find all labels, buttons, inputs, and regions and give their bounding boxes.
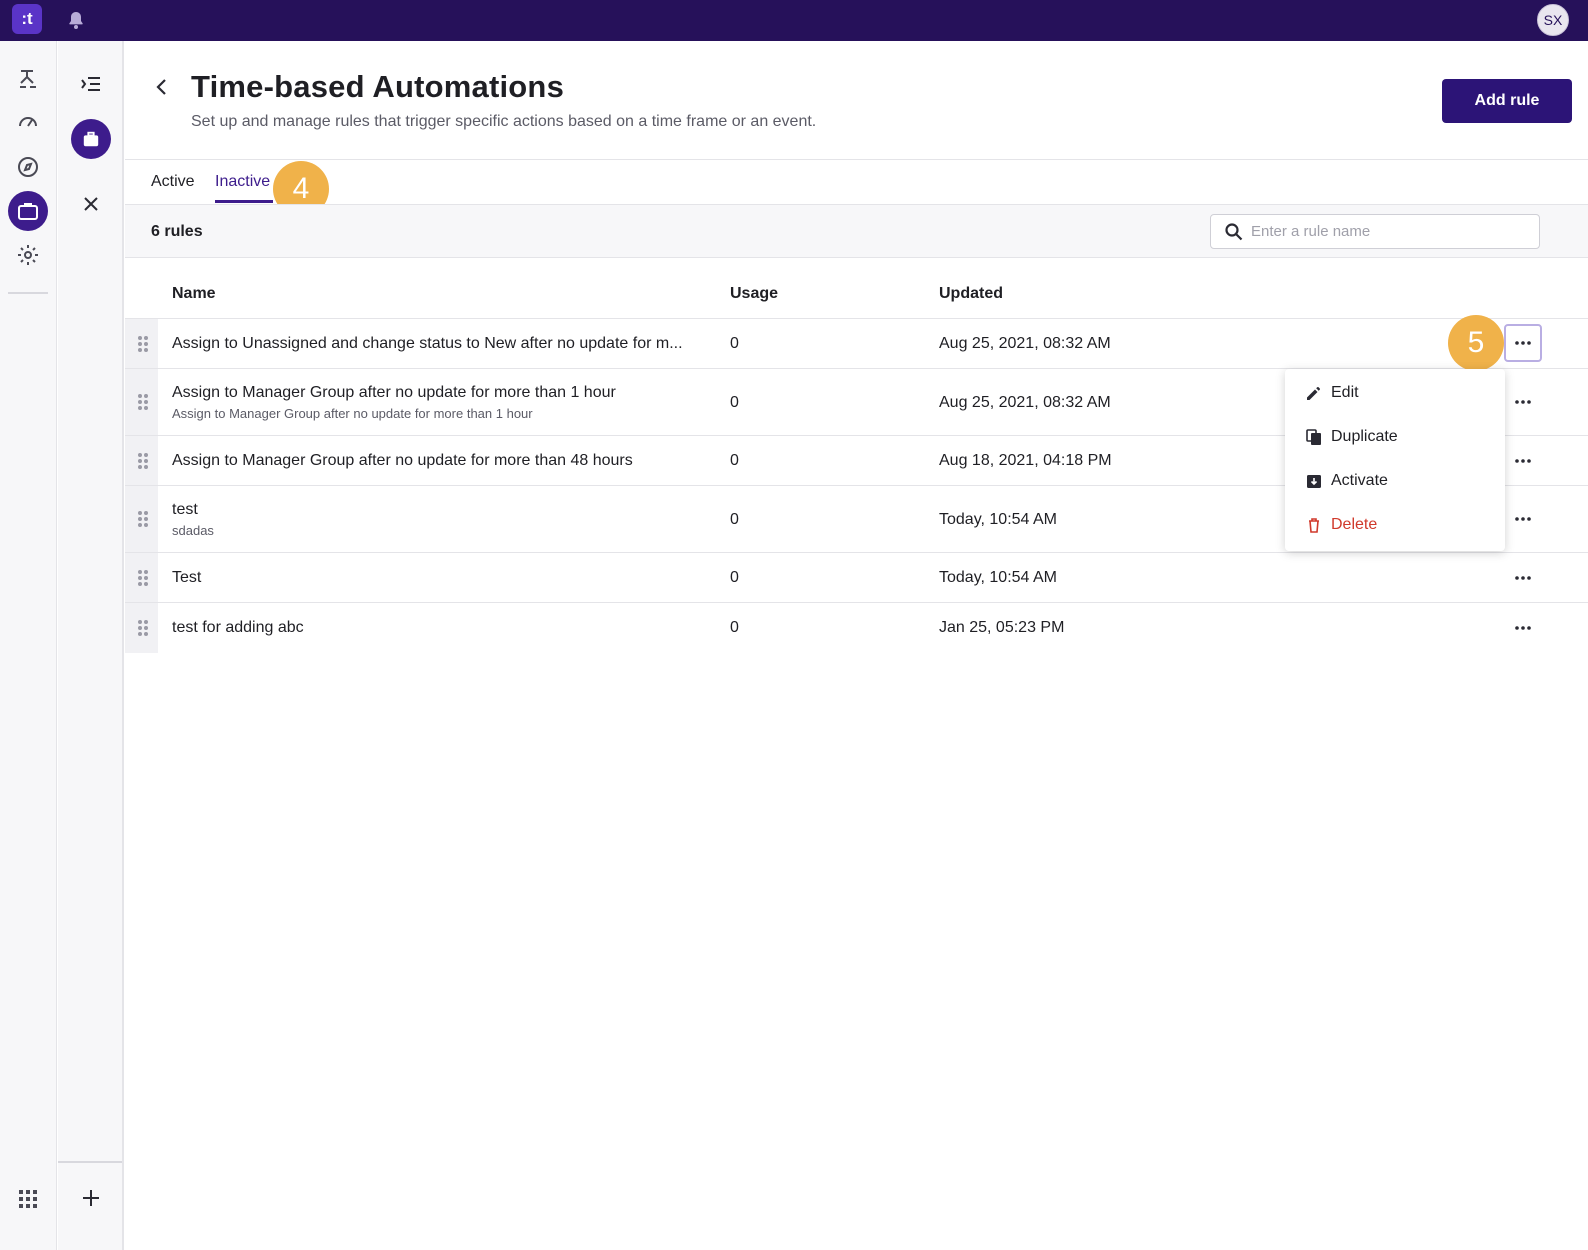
tab-selected-indicator: [215, 200, 273, 203]
row-actions-menu: Edit Duplicate Activate Delete: [1285, 369, 1505, 551]
rule-usage: 0: [730, 452, 739, 469]
explore-compass-icon[interactable]: [8, 147, 48, 187]
rule-usage: 0: [730, 394, 739, 411]
briefcase-icon[interactable]: [8, 191, 48, 231]
add-rule-button[interactable]: Add rule: [1442, 79, 1572, 123]
column-header-usage[interactable]: Usage: [730, 285, 778, 303]
briefcase-workspace-icon[interactable]: [71, 119, 111, 159]
rule-name: test: [172, 501, 198, 518]
rule-updated: Today, 10:54 AM: [939, 511, 1057, 528]
drag-handle-icon[interactable]: [136, 335, 150, 353]
rule-name: Assign to Unassigned and change status t…: [172, 335, 683, 352]
activate-icon: [1307, 475, 1321, 488]
drag-column: [125, 603, 158, 653]
page-subtitle: Set up and manage rules that trigger spe…: [191, 113, 817, 130]
rule-usage: 0: [730, 511, 739, 528]
close-icon[interactable]: [71, 184, 111, 224]
table-row[interactable]: Test 0 Today, 10:54 AM: [125, 553, 1588, 603]
top-bar: :t SX: [0, 0, 1588, 41]
more-actions-icon[interactable]: [1504, 609, 1542, 647]
tab-active[interactable]: Active: [151, 173, 195, 191]
more-actions-icon[interactable]: [1504, 500, 1542, 538]
table-row[interactable]: Assign to Unassigned and change status t…: [125, 319, 1588, 369]
column-header-updated[interactable]: Updated: [939, 285, 1003, 303]
rule-usage: 0: [730, 569, 739, 586]
search-input[interactable]: [1251, 216, 1531, 247]
menu-label-duplicate: Duplicate: [1331, 428, 1398, 445]
rules-toolbar: 6 rules: [125, 204, 1588, 258]
menu-item-edit[interactable]: Edit: [1285, 371, 1505, 415]
primary-nav-rail: [0, 41, 57, 1250]
rule-updated: Aug 25, 2021, 08:32 AM: [939, 335, 1111, 352]
secondary-nav-rail: [58, 41, 124, 1250]
notifications-bell-icon[interactable]: [66, 10, 86, 30]
user-avatar[interactable]: SX: [1537, 4, 1569, 36]
menu-item-activate[interactable]: Activate: [1285, 459, 1505, 503]
menu-label-delete: Delete: [1331, 516, 1378, 533]
search-box[interactable]: [1210, 214, 1540, 249]
page-title: Time-based Automations: [191, 69, 565, 104]
rules-count: 6 rules: [151, 223, 203, 240]
add-plus-icon[interactable]: [71, 1178, 111, 1218]
subrail-divider: [58, 1161, 122, 1163]
collapse-menu-icon[interactable]: [71, 64, 111, 104]
drag-column: [125, 319, 158, 368]
more-actions-icon[interactable]: [1504, 442, 1542, 480]
app-logo[interactable]: :t: [12, 4, 42, 34]
step-badge-5: 5: [1448, 315, 1504, 371]
rule-usage: 0: [730, 335, 739, 352]
trash-icon: [1309, 518, 1319, 533]
duplicate-icon: [1306, 429, 1321, 445]
main-content: Time-based Automations Set up and manage…: [125, 41, 1588, 1250]
rule-name: Test: [172, 569, 202, 586]
dashboard-gauge-icon[interactable]: [8, 101, 48, 141]
drag-handle-icon[interactable]: [136, 393, 150, 411]
rule-name: Assign to Manager Group after no update …: [172, 384, 616, 401]
header-divider: [125, 159, 1588, 160]
rail-divider: [8, 292, 48, 294]
drag-column: [125, 486, 158, 552]
rule-updated: Aug 25, 2021, 08:32 AM: [939, 394, 1111, 411]
apps-grid-icon[interactable]: [8, 1179, 48, 1219]
rule-description: Assign to Manager Group after no update …: [172, 406, 533, 421]
drag-column: [125, 553, 158, 602]
rule-updated: Jan 25, 05:23 PM: [939, 619, 1065, 636]
more-actions-icon[interactable]: [1504, 383, 1542, 421]
pencil-icon: [1307, 387, 1320, 400]
drag-handle-icon[interactable]: [136, 619, 150, 637]
rule-description: sdadas: [172, 523, 214, 538]
rule-usage: 0: [730, 619, 739, 636]
back-arrow-icon[interactable]: [150, 75, 174, 99]
menu-item-duplicate[interactable]: Duplicate: [1285, 415, 1505, 459]
menu-label-edit: Edit: [1331, 384, 1359, 401]
more-actions-icon[interactable]: [1504, 559, 1542, 597]
rule-updated: Today, 10:54 AM: [939, 569, 1057, 586]
menu-item-delete[interactable]: Delete: [1285, 503, 1505, 547]
rule-name: test for adding abc: [172, 619, 304, 636]
drag-column: [125, 436, 158, 485]
rule-updated: Aug 18, 2021, 04:18 PM: [939, 452, 1112, 469]
search-icon: [1225, 223, 1243, 241]
table-row[interactable]: test for adding abc 0 Jan 25, 05:23 PM: [125, 603, 1588, 653]
rule-name: Assign to Manager Group after no update …: [172, 452, 633, 469]
tab-inactive[interactable]: Inactive: [215, 173, 270, 191]
menu-label-activate: Activate: [1331, 472, 1388, 489]
workflow-icon[interactable]: [8, 59, 48, 99]
more-actions-icon[interactable]: [1504, 324, 1542, 362]
drag-handle-icon[interactable]: [136, 510, 150, 528]
drag-handle-icon[interactable]: [136, 452, 150, 470]
drag-column: [125, 369, 158, 435]
settings-gear-icon[interactable]: [8, 235, 48, 275]
drag-handle-icon[interactable]: [136, 569, 150, 587]
column-header-name[interactable]: Name: [172, 285, 216, 303]
